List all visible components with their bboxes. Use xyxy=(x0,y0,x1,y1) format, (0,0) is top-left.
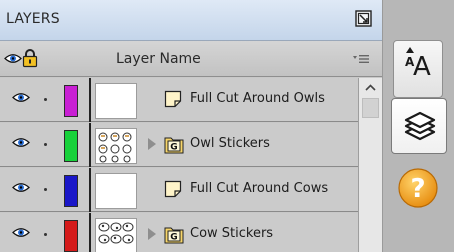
visibility-column-eye-icon[interactable] xyxy=(4,53,22,64)
group-layer-icon: G xyxy=(164,227,184,244)
layer-thumbnail xyxy=(95,173,137,209)
layer-name[interactable]: Cow Stickers xyxy=(190,226,273,241)
layer-name[interactable]: Full Cut Around Owls xyxy=(190,91,325,106)
help-glyph: ? xyxy=(410,174,425,204)
layers-stack-icon xyxy=(404,111,436,141)
panel-titlebar: LAYERS xyxy=(0,0,382,41)
text-tool-glyph-large: A xyxy=(413,52,431,82)
lock-toggle-dot[interactable] xyxy=(44,98,47,101)
vertical-scrollbar[interactable] xyxy=(358,78,382,252)
lock-column-icon[interactable] xyxy=(22,48,38,68)
layer-color-swatch[interactable] xyxy=(64,175,78,207)
layer-name-column-label: Layer Name xyxy=(116,51,201,67)
layer-row[interactable]: Full Cut Around Cows xyxy=(0,168,358,212)
layers-tool-button[interactable] xyxy=(391,98,447,154)
layers-panel: LAYERS Layer Name Full Cut Around Owls G… xyxy=(0,0,382,252)
path-layer-icon xyxy=(164,90,182,108)
group-layer-icon: G xyxy=(164,137,184,154)
layer-row[interactable]: G Cow Stickers xyxy=(0,213,358,252)
column-header: Layer Name xyxy=(0,41,382,77)
panel-menu-icon[interactable] xyxy=(353,54,369,64)
visibility-eye-icon[interactable] xyxy=(12,227,30,238)
expand-group-icon[interactable] xyxy=(148,228,156,240)
row-divider xyxy=(89,168,91,212)
cow-stickers-thumbnail xyxy=(98,222,134,244)
help-question-icon: ? xyxy=(398,168,438,208)
expand-group-icon[interactable] xyxy=(148,138,156,150)
scrollbar-thumb[interactable] xyxy=(362,98,379,118)
owl-stickers-thumbnail xyxy=(98,132,132,163)
layer-row[interactable]: Full Cut Around Owls xyxy=(0,78,358,122)
visibility-eye-icon[interactable] xyxy=(12,137,30,148)
group-badge-letter: G xyxy=(170,233,177,243)
path-layer-icon xyxy=(164,180,182,198)
panel-title: LAYERS xyxy=(6,11,60,27)
layer-name[interactable]: Owl Stickers xyxy=(190,136,270,151)
layer-thumbnail xyxy=(95,83,137,119)
text-tool-button[interactable]: A A xyxy=(393,40,443,98)
layer-thumbnail-owls xyxy=(95,128,137,164)
scroll-up-arrow-icon[interactable] xyxy=(365,84,376,91)
layer-color-swatch[interactable] xyxy=(64,130,78,162)
collapse-panel-icon[interactable] xyxy=(355,10,372,27)
layer-list: Full Cut Around Owls G Owl Stickers Full… xyxy=(0,78,358,252)
lock-toggle-dot[interactable] xyxy=(44,188,47,191)
group-badge-letter: G xyxy=(170,143,177,153)
side-tool-strip: A A ? xyxy=(382,0,454,252)
lock-toggle-dot[interactable] xyxy=(44,143,47,146)
row-divider xyxy=(89,123,91,167)
layer-thumbnail-cows xyxy=(95,218,137,252)
lock-toggle-dot[interactable] xyxy=(44,233,47,236)
layer-color-swatch[interactable] xyxy=(64,85,78,117)
row-divider xyxy=(89,213,91,252)
help-button[interactable]: ? xyxy=(393,164,443,212)
row-divider xyxy=(89,78,91,122)
layer-name[interactable]: Full Cut Around Cows xyxy=(190,181,328,196)
visibility-eye-icon[interactable] xyxy=(12,182,30,193)
layer-row[interactable]: G Owl Stickers xyxy=(0,123,358,167)
visibility-eye-icon[interactable] xyxy=(12,92,30,103)
layer-color-swatch[interactable] xyxy=(64,220,78,252)
